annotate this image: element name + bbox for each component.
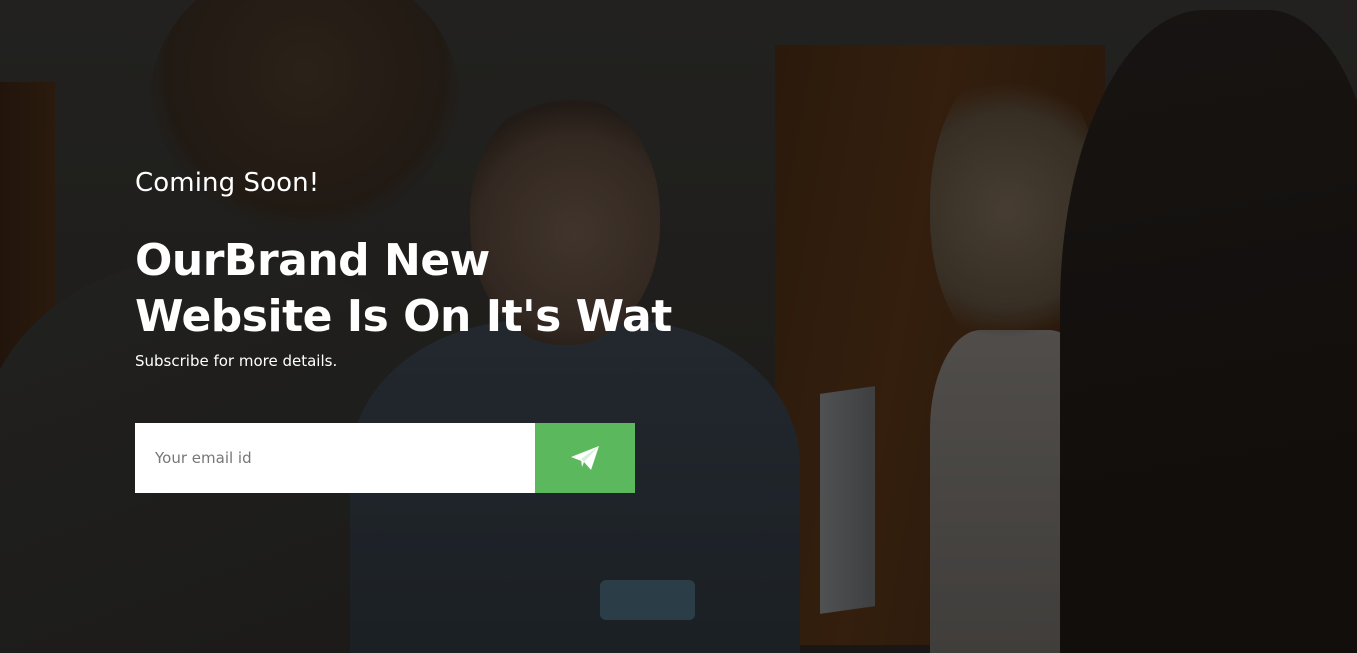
- hero-section: Coming Soon! OurBrand New Website Is On …: [0, 0, 1357, 653]
- coming-soon-label: Coming Soon!: [135, 168, 320, 198]
- hero-content: Coming Soon! OurBrand New Website Is On …: [135, 165, 735, 371]
- subscribe-button[interactable]: [535, 423, 635, 493]
- subscribe-form: [135, 423, 635, 493]
- page-title: OurBrand New Website Is On It's Wat: [135, 233, 735, 345]
- page-title-line-1: OurBrand New: [135, 235, 490, 286]
- page-title-line-2: Website Is On It's Wat: [135, 291, 672, 342]
- email-input[interactable]: [135, 423, 535, 493]
- subtitle: Subscribe for more details.: [135, 352, 338, 370]
- paper-plane-icon: [570, 445, 600, 471]
